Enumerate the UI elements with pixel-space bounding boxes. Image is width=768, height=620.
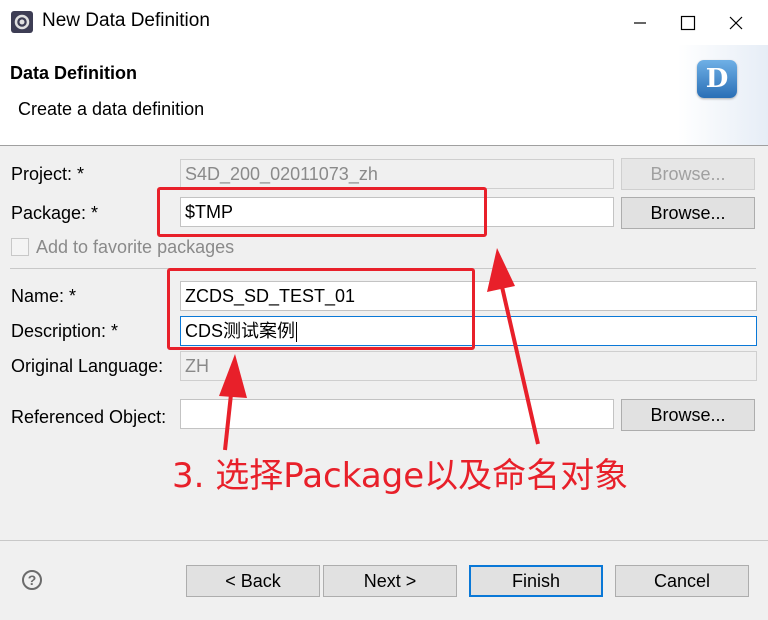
arrow-to-package-head: [487, 248, 515, 292]
annotation-caption: 3. 选择Package以及命名对象: [172, 456, 629, 496]
annotation-arrows: [219, 248, 540, 451]
arrow-to-name-head: [219, 354, 247, 398]
arrow-to-package-line: [498, 277, 540, 445]
